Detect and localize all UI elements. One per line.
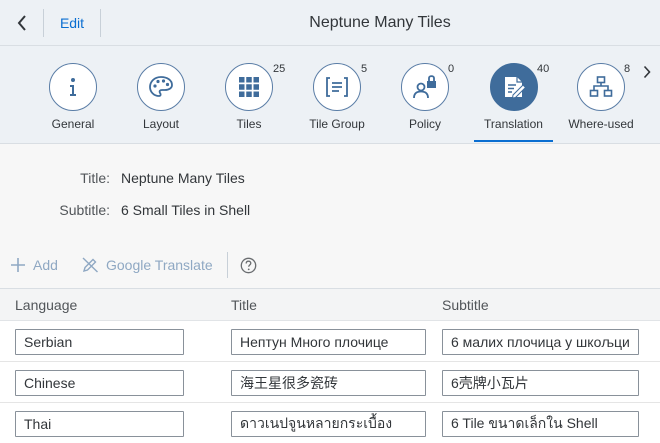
title-input[interactable] bbox=[231, 370, 426, 396]
translate-pen-icon bbox=[82, 257, 98, 273]
tab-icon-circle bbox=[489, 63, 538, 111]
palette-icon bbox=[149, 76, 173, 97]
info-icon bbox=[70, 78, 76, 96]
back-button[interactable] bbox=[0, 0, 44, 46]
chevron-left-icon bbox=[17, 15, 26, 31]
subtitle-input[interactable] bbox=[442, 329, 639, 355]
subtitle-input[interactable] bbox=[442, 411, 639, 437]
language-input[interactable] bbox=[15, 411, 184, 437]
add-button-label: Add bbox=[33, 257, 58, 273]
page-title: Neptune Many Tiles bbox=[309, 14, 451, 31]
selected-tab-indicator bbox=[474, 140, 553, 142]
tab-label: Tiles bbox=[236, 117, 262, 131]
tab-label: Layout bbox=[142, 117, 180, 131]
tab-count: 8 bbox=[624, 63, 631, 75]
google-translate-label: Google Translate bbox=[106, 257, 213, 273]
tab-label: Policy bbox=[408, 117, 441, 131]
tab-translation[interactable]: 40 Translation bbox=[474, 46, 553, 144]
title-input[interactable] bbox=[231, 329, 426, 355]
chevron-right-icon bbox=[643, 65, 651, 79]
column-header-subtitle: Subtitle bbox=[442, 297, 489, 313]
tab-layout[interactable]: Layout bbox=[128, 46, 194, 144]
help-button[interactable] bbox=[236, 253, 260, 277]
column-header-language: Language bbox=[15, 297, 78, 313]
tab-where-used[interactable]: 8 Where-used bbox=[567, 46, 635, 144]
tab-tiles[interactable]: 25 Tiles bbox=[216, 46, 286, 144]
tab-icon-circle bbox=[49, 63, 97, 111]
tab-label: General bbox=[51, 117, 95, 131]
table-toolbar: Add Google Translate bbox=[0, 241, 660, 289]
scroll-right-button[interactable] bbox=[636, 46, 658, 98]
tab-tile-group[interactable]: 5 Tile Group bbox=[303, 46, 371, 144]
user-lock-icon bbox=[413, 75, 436, 99]
tab-icon-circle bbox=[313, 63, 361, 111]
tab-count: 25 bbox=[273, 63, 286, 75]
toolbar-divider bbox=[227, 252, 228, 278]
grid-icon bbox=[239, 77, 259, 97]
question-mark-icon bbox=[240, 257, 256, 273]
title-input[interactable] bbox=[231, 411, 426, 437]
icon-tab-bar: General Layout 25 Tiles 5 Tile Group 0 P… bbox=[0, 46, 660, 144]
tab-icon-circle bbox=[225, 63, 273, 111]
tab-general[interactable]: General bbox=[40, 46, 106, 144]
table-header: Language Title Subtitle bbox=[0, 289, 660, 321]
tab-icon-circle bbox=[401, 63, 449, 111]
language-input[interactable] bbox=[15, 329, 184, 355]
tab-label: Where-used bbox=[568, 117, 634, 131]
translation-form: Title: Neptune Many Tiles Subtitle: 6 Sm… bbox=[0, 144, 660, 241]
subtitle-label: Subtitle: bbox=[59, 202, 110, 218]
page-header: Edit Neptune Many Tiles bbox=[0, 0, 660, 46]
add-button[interactable]: Add bbox=[10, 241, 58, 289]
google-translate-button[interactable]: Google Translate bbox=[82, 241, 213, 289]
title-value: Neptune Many Tiles bbox=[121, 170, 245, 186]
subtitle-value: 6 Small Tiles in Shell bbox=[121, 202, 251, 218]
tab-label: Translation bbox=[484, 117, 543, 131]
tab-policy[interactable]: 0 Policy bbox=[392, 46, 458, 144]
title-label: Title: bbox=[80, 170, 110, 186]
tab-count: 5 bbox=[361, 63, 368, 75]
subtitle-input[interactable] bbox=[442, 370, 639, 396]
hierarchy-icon bbox=[589, 76, 613, 97]
plus-icon bbox=[11, 258, 25, 272]
column-header-title: Title bbox=[231, 297, 257, 313]
tile-group-icon bbox=[326, 77, 348, 97]
tab-count: 40 bbox=[537, 63, 550, 75]
tab-label: Tile Group bbox=[309, 117, 365, 131]
table-row bbox=[0, 403, 660, 443]
language-input[interactable] bbox=[15, 370, 184, 396]
translation-icon bbox=[504, 77, 526, 99]
tab-count: 0 bbox=[448, 63, 455, 75]
tab-icon-circle bbox=[137, 63, 185, 111]
table-row bbox=[0, 321, 660, 362]
edit-button[interactable]: Edit bbox=[44, 0, 100, 46]
table-row bbox=[0, 362, 660, 403]
tab-icon-circle bbox=[577, 63, 625, 111]
